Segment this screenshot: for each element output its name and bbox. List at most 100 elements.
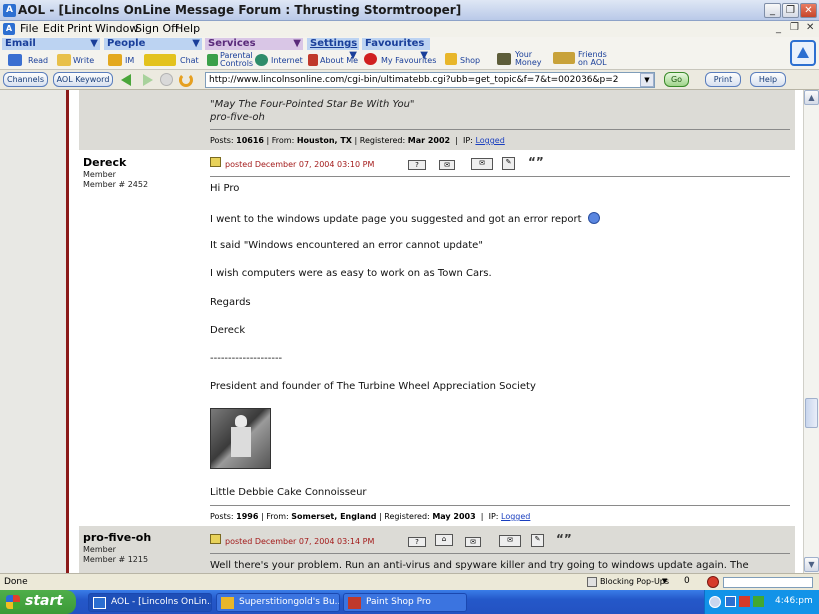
aol-app-icon[interactable]: A <box>3 4 16 17</box>
scroll-down-arrow[interactable]: ▼ <box>804 557 819 572</box>
toolbar-read[interactable]: Read <box>28 56 48 65</box>
toolbar-group-people: People ▼ IM Chat <box>104 38 202 69</box>
private-message-icon[interactable]: ✉ <box>499 535 521 547</box>
minimize-button[interactable]: _ <box>764 3 781 18</box>
print-button[interactable]: Print <box>705 72 741 87</box>
toolbar-your-money[interactable]: Your Money <box>515 51 543 67</box>
group-label-favourites[interactable]: Favourites ▼ <box>362 38 430 61</box>
tray-security-icon[interactable] <box>739 596 750 607</box>
popup-dropdown-icon[interactable]: ▼ <box>662 577 667 585</box>
task-aol[interactable]: AOL - [Lincolns OnLin... <box>88 593 212 612</box>
scroll-up-arrow[interactable]: ▲ <box>804 90 819 105</box>
menu-file[interactable]: File <box>20 22 38 35</box>
chat-icon[interactable] <box>144 54 176 66</box>
doc-close-icon[interactable]: ✕ <box>806 22 814 33</box>
post-pro-five-oh: pro-five-oh Member Member # 1215 posted … <box>79 526 795 573</box>
internet-globe-icon[interactable] <box>255 54 268 66</box>
toolbar-group-services: Services ▼ Parental Controls Internet <box>205 38 303 69</box>
toolbar-chat[interactable]: Chat <box>180 56 199 65</box>
profile-icon[interactable]: ? <box>408 160 426 170</box>
toolbar-internet[interactable]: Internet <box>271 56 303 65</box>
doc-restore-icon[interactable]: ❐ <box>790 22 799 33</box>
forward-arrow-icon[interactable] <box>143 74 153 86</box>
url-dropdown-icon[interactable]: ▼ <box>640 73 654 87</box>
popup-blocker-icon <box>587 577 597 587</box>
read-mail-icon[interactable] <box>8 54 22 66</box>
post-user-role: Member <box>83 545 116 554</box>
back-arrow-icon[interactable] <box>121 74 131 86</box>
reload-icon[interactable] <box>179 73 193 87</box>
popup-blocker-label[interactable]: Blocking Pop-Ups <box>600 577 669 586</box>
ip-logged-link[interactable]: Logged <box>501 512 530 521</box>
parental-controls-icon[interactable] <box>207 54 218 66</box>
menu-help[interactable]: Help <box>175 22 200 35</box>
private-message-icon[interactable]: ✉ <box>471 158 493 170</box>
scroll-thumb[interactable] <box>805 398 818 428</box>
edit-post-icon[interactable]: ✎ <box>502 157 515 170</box>
status-bar: Done Blocking Pop-Ups ▼ 0 <box>0 573 819 590</box>
post-timestamp: posted December 07, 2004 03:10 PM <box>225 160 375 169</box>
url-input[interactable]: http://www.lincolnsonline.com/cgi-bin/ul… <box>205 72 655 88</box>
menu-print[interactable]: Print <box>67 22 92 35</box>
toolbar-parental-controls[interactable]: Parental Controls <box>220 52 254 68</box>
your-money-icon[interactable] <box>497 53 511 65</box>
toolbar-write[interactable]: Write <box>73 56 94 65</box>
vertical-scrollbar[interactable]: ▲ ▼ <box>803 90 819 573</box>
tray-chevron-icon[interactable] <box>709 596 721 608</box>
stormtrooper-body <box>231 427 251 457</box>
post-username[interactable]: pro-five-oh <box>83 531 151 544</box>
start-button[interactable]: start <box>0 590 76 614</box>
post-meta: Posts: 1996 | From: Somerset, England | … <box>210 512 531 521</box>
connection-status-icon <box>707 576 719 588</box>
group-label-settings[interactable]: Settings ▼ <box>307 38 359 61</box>
group-label-people[interactable]: People ▼ <box>104 38 202 50</box>
restore-button[interactable]: ❐ <box>782 3 799 18</box>
tray-aol-icon[interactable] <box>725 596 736 607</box>
doc-minimize-icon[interactable]: _ <box>776 23 781 34</box>
quote-icon[interactable]: “” <box>528 155 544 169</box>
go-button[interactable]: Go <box>664 72 689 87</box>
menu-bar: A File Edit Print Window Sign Off Help _… <box>0 21 819 37</box>
channels-button[interactable]: Channels <box>3 72 48 87</box>
edit-post-icon[interactable]: ✎ <box>531 534 544 547</box>
aol-task-icon <box>93 597 106 609</box>
document-icon[interactable]: A <box>3 23 15 35</box>
group-label-email[interactable]: Email ▼ <box>2 38 100 50</box>
email-icon[interactable]: ✉ <box>465 537 481 547</box>
toolbar-group-settings: Settings ▼ <box>307 38 359 69</box>
menu-sign-off[interactable]: Sign Off <box>135 22 179 35</box>
email-icon[interactable]: ✉ <box>439 160 455 170</box>
help-button[interactable]: Help <box>750 72 786 87</box>
toolbar-im[interactable]: IM <box>125 56 134 65</box>
post-text-line: Well there's your problem. Run an anti-v… <box>210 560 749 571</box>
menu-window[interactable]: Window <box>95 22 138 35</box>
menu-edit[interactable]: Edit <box>43 22 64 35</box>
ip-logged-link[interactable]: Logged <box>475 136 504 145</box>
friends-icon[interactable] <box>553 52 575 64</box>
post-member-number: Member # 2452 <box>83 180 149 189</box>
homepage-icon[interactable]: ⌂ <box>435 534 453 546</box>
quote-icon[interactable]: “” <box>556 532 572 546</box>
post-username[interactable]: Dereck <box>83 156 126 169</box>
tray-network-icon[interactable] <box>753 596 764 607</box>
toolbar-friends-on-aol[interactable]: Friends on AOL <box>578 51 612 67</box>
post-member-number: Member # 1215 <box>83 555 149 564</box>
post-text-line: I wish computers were as easy to work on… <box>210 268 492 279</box>
aol-triangle-logo[interactable] <box>790 40 816 66</box>
task-paint-shop-pro[interactable]: Paint Shop Pro <box>343 593 467 612</box>
close-button[interactable]: ✕ <box>800 3 817 18</box>
signature-line: Little Debbie Cake Connoisseur <box>210 487 367 498</box>
aol-keyword-button[interactable]: AOL Keyword <box>53 72 113 87</box>
toolbar-shop[interactable]: Shop <box>460 56 480 65</box>
write-mail-icon[interactable] <box>57 54 71 66</box>
stop-icon[interactable] <box>160 73 173 86</box>
toolbar-group-favourites: Favourites ▼ <box>362 38 430 69</box>
windows-logo-icon <box>6 595 20 609</box>
shop-bag-icon[interactable] <box>445 53 457 65</box>
task-superstitiongold[interactable]: Superstitiongold's Bu... <box>216 593 340 612</box>
divider <box>210 129 790 130</box>
divider <box>210 176 790 177</box>
profile-icon[interactable]: ? <box>408 537 426 547</box>
im-icon[interactable] <box>108 54 122 66</box>
group-label-services[interactable]: Services ▼ <box>205 38 303 50</box>
